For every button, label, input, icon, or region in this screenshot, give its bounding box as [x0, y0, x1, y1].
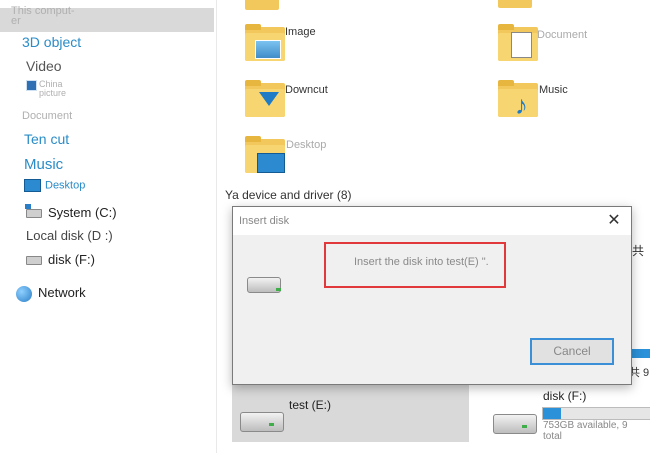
- folder-video-icon[interactable]: [498, 0, 532, 8]
- system-drive-icon: [25, 204, 42, 219]
- disk-drive-icon: [247, 277, 281, 293]
- network-icon: [16, 285, 32, 302]
- drive-label-disk-f: disk (F:): [543, 389, 587, 403]
- navigation-pane: This comput- er 3D object Video China pi…: [0, 0, 217, 453]
- folder-label-downcut: Downcut: [285, 84, 328, 96]
- drive-label-test-e: test (E:): [289, 398, 332, 412]
- hard-drive-icon: [240, 412, 284, 432]
- hard-drive-icon: [493, 414, 537, 434]
- sidebar-item-ten-cut[interactable]: Ten cut: [24, 131, 69, 147]
- close-icon[interactable]: ✕: [603, 210, 625, 232]
- sidebar-item-label: System (C:): [48, 205, 117, 220]
- folder-desktop[interactable]: [245, 136, 285, 176]
- picture-icon: [26, 80, 37, 91]
- sidebar-item-disk-f[interactable]: disk (F:): [26, 252, 95, 267]
- sidebar-item-label: disk (F:): [48, 252, 95, 267]
- sidebar-item-video[interactable]: Video: [26, 58, 62, 74]
- download-arrow-icon: [259, 92, 279, 106]
- message-highlight-box: Insert the disk into test(E) ".: [324, 242, 506, 288]
- drive-free-space-disk-f: 753GB available, 9: [543, 420, 628, 431]
- sidebar-item-desktop[interactable]: Desktop: [24, 179, 85, 192]
- sidebar-item-local-d[interactable]: Local disk (D :): [26, 228, 113, 243]
- music-note-icon: ♪: [515, 90, 528, 120]
- dialog-titlebar[interactable]: Insert disk ✕: [233, 207, 631, 235]
- sidebar-item-label: Desktop: [45, 179, 86, 192]
- image-icon: [255, 40, 281, 59]
- dialog-title: Insert disk: [239, 215, 290, 227]
- folder-3d-icon[interactable]: [245, 0, 279, 10]
- folder-label-desktop: Desktop: [286, 139, 327, 151]
- sidebar-item-music[interactable]: Music: [24, 156, 63, 173]
- sidebar-item-label: China picture: [39, 79, 67, 98]
- sidebar-item-label: Network: [38, 285, 86, 300]
- sidebar-item-this-computer[interactable]: This comput- er: [11, 6, 75, 27]
- folder-image[interactable]: [245, 24, 285, 64]
- sidebar-item-china-picture[interactable]: China picture: [26, 80, 66, 98]
- sidebar-item-network[interactable]: Network: [16, 285, 86, 302]
- drive-usage-bar-fragment: [631, 349, 650, 358]
- desktop-icon: [24, 179, 41, 192]
- insert-disk-dialog: Insert disk ✕ Insert the disk into test(…: [232, 206, 632, 385]
- drive-total-disk-f: total: [543, 431, 562, 442]
- sidebar-item-3d-object[interactable]: 3D object: [22, 34, 81, 50]
- drive-tile-test-e[interactable]: [232, 380, 469, 442]
- drive-icon: [26, 256, 42, 266]
- drive-info-fragment: 共: [632, 244, 645, 258]
- drive-info-fragment: 共 9: [629, 367, 650, 379]
- folder-label-document: Document: [537, 29, 588, 41]
- folder-label-image: Image: [285, 26, 316, 38]
- document-icon: [511, 32, 532, 58]
- sidebar-item-document[interactable]: Document: [22, 110, 72, 122]
- folder-music[interactable]: ♪: [498, 80, 538, 120]
- folder-document[interactable]: [498, 24, 538, 64]
- dialog-message: Insert the disk into test(E) ".: [354, 256, 489, 268]
- cancel-button[interactable]: Cancel: [530, 338, 614, 365]
- folder-label-music: Music: [539, 84, 568, 96]
- folder-downcut[interactable]: [245, 80, 285, 120]
- devices-section-header[interactable]: Ya device and driver (8): [225, 188, 352, 202]
- sidebar-item-system-c[interactable]: System (C:): [25, 204, 117, 220]
- drive-usage-bar-disk-f: [542, 407, 650, 420]
- desktop-screen-icon: [257, 153, 285, 173]
